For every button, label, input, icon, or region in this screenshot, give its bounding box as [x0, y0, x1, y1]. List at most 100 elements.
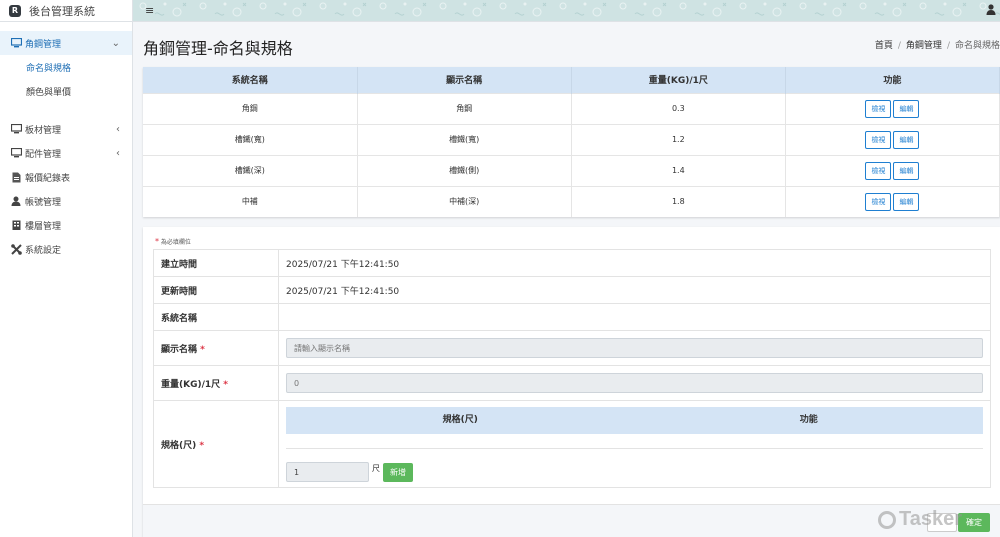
spec-label: 規格(尺) *	[153, 400, 279, 488]
required-note: * 為必填欄位	[155, 237, 191, 246]
cell-weight: 1.2	[571, 123, 786, 155]
display-name-input[interactable]: 請輸入顯示名稱	[286, 338, 983, 358]
form-row-created: 建立時間 2025/07/21 下午12:41:50	[153, 249, 991, 277]
col-actions: 功能	[785, 67, 1000, 93]
created-value: 2025/07/21 下午12:41:50	[278, 249, 991, 277]
cell-actions: 檢視 編輯	[785, 154, 1000, 186]
edit-button[interactable]: 編輯	[893, 99, 920, 118]
breadcrumb-current: 命名與規格	[954, 41, 1000, 51]
form-footer: 確定	[143, 504, 1000, 537]
table-row: 槽鐵(寬) 槽鐵(寬) 1.2 檢視 編輯	[143, 123, 1000, 155]
sidebar-item-label: 帳號管理	[25, 197, 62, 208]
spec-unit: 尺	[372, 463, 380, 473]
sidebar-item-account[interactable]: 帳號管理	[0, 189, 132, 213]
sidebar-item-settings[interactable]: 系統設定	[0, 237, 132, 261]
spec-col-actions: 功能	[799, 415, 818, 425]
system-name-value	[278, 303, 991, 331]
system-name-label: 系統名稱	[153, 303, 279, 331]
watermark-logo-icon	[877, 510, 896, 529]
sidebar-item-label: 配件管理	[25, 149, 62, 160]
sidebar-item-label: 角鋼管理	[25, 39, 62, 50]
col-display-name: 顯示名稱	[357, 67, 572, 93]
cell-system-name: 槽鐵(深)	[143, 154, 358, 186]
page-title: 角鋼管理-命名與規格	[143, 39, 293, 58]
view-button[interactable]: 檢視	[865, 99, 892, 118]
breadcrumb-angle-steel[interactable]: 角鋼管理	[906, 41, 942, 51]
spec-col-size: 規格(尺)	[442, 415, 478, 425]
sidebar-item-label: 報價紀錄表	[25, 173, 71, 184]
col-system-name: 系統名稱	[143, 67, 358, 93]
form-row-display-name: 顯示名稱 * 請輸入顯示名稱	[153, 330, 991, 366]
topbar: ≡	[133, 0, 1000, 22]
chevron-down-icon: ⌄	[111, 37, 120, 49]
cell-display-name: 槽鐵(寬)	[357, 123, 572, 155]
sidebar-item-accessory[interactable]: 配件管理 ‹	[0, 141, 132, 165]
chevron-left-icon: ‹	[116, 123, 120, 135]
cell-actions: 檢視 編輯	[785, 185, 1000, 217]
sidebar-item-label: 系統設定	[25, 245, 62, 256]
sidebar-sub-color-price[interactable]: 顏色與單價	[0, 79, 132, 103]
spec-list-table: 系統名稱 顯示名稱 重量(KG)/1尺 功能 角鋼 角鋼 0.3 檢視 編輯 槽鐵…	[143, 67, 1000, 217]
topbar-pattern	[133, 0, 1000, 21]
edit-button[interactable]: 編輯	[893, 161, 920, 180]
chevron-left-icon: ‹	[116, 147, 120, 159]
cell-actions: 檢視 編輯	[785, 92, 1000, 124]
sidebar-item-angle-steel[interactable]: 角鋼管理 ⌄	[0, 31, 132, 55]
document-icon	[10, 172, 22, 183]
cell-weight: 0.3	[571, 92, 786, 124]
tools-icon	[10, 243, 22, 255]
form-row-weight: 重量(KG)/1尺 * 0	[153, 365, 991, 401]
cell-display-name: 中補(深)	[357, 185, 572, 217]
updated-label: 更新時間	[153, 276, 279, 304]
monitor-icon	[10, 124, 22, 134]
brand[interactable]: R 後台管理系統	[0, 0, 132, 22]
watermark: Tasker	[877, 508, 962, 531]
sidebar-item-label: 樓層管理	[25, 221, 62, 232]
cell-system-name: 角鋼	[143, 92, 358, 124]
sidebar-item-board[interactable]: 板材管理 ‹	[0, 117, 132, 141]
sidebar-sub-naming-spec[interactable]: 命名與規格	[0, 55, 132, 79]
form-row-spec: 規格(尺) * 規格(尺) 功能 1 尺 新增	[153, 400, 991, 488]
cell-display-name: 角鋼	[357, 92, 572, 124]
spec-size-input[interactable]: 1	[286, 462, 369, 482]
cell-weight: 1.8	[571, 185, 786, 217]
table-row: 角鋼 角鋼 0.3 檢視 編輯	[143, 92, 1000, 124]
updated-value: 2025/07/21 下午12:41:50	[278, 276, 991, 304]
table-row: 中補 中補(深) 1.8 檢視 編輯	[143, 185, 1000, 217]
created-label: 建立時間	[153, 249, 279, 277]
form-row-updated: 更新時間 2025/07/21 下午12:41:50	[153, 276, 991, 304]
edit-form-table: 建立時間 2025/07/21 下午12:41:50 更新時間 2025/07/…	[153, 249, 991, 488]
cell-weight: 1.4	[571, 154, 786, 186]
sidebar-item-label: 板材管理	[25, 125, 62, 136]
weight-label: 重量(KG)/1尺 *	[153, 365, 279, 401]
monitor-icon	[10, 38, 22, 48]
user-icon	[10, 196, 22, 206]
sidebar-nav: 角鋼管理 ⌄ 命名與規格 顏色與單價 板材管理 ‹ 配件管理 ‹ 報價紀錄表 帳…	[0, 22, 132, 261]
building-icon	[10, 220, 22, 230]
spec-table-header: 規格(尺) 功能	[286, 407, 983, 434]
view-button[interactable]: 檢視	[865, 161, 892, 180]
cell-system-name: 中補	[143, 185, 358, 217]
add-spec-button[interactable]: 新增	[383, 462, 413, 482]
sidebar-item-floor[interactable]: 樓層管理	[0, 213, 132, 237]
table-header-row: 系統名稱 顯示名稱 重量(KG)/1尺 功能	[143, 67, 1000, 93]
monitor-icon	[10, 148, 22, 158]
weight-input[interactable]: 0	[286, 373, 983, 393]
view-button[interactable]: 檢視	[865, 192, 892, 211]
user-icon[interactable]	[986, 4, 996, 18]
sidebar: R 後台管理系統 角鋼管理 ⌄ 命名與規格 顏色與單價 板材管理 ‹ 配件管理 …	[0, 0, 133, 537]
menu-toggle-icon[interactable]: ≡	[145, 4, 154, 17]
cell-actions: 檢視 編輯	[785, 123, 1000, 155]
edit-button[interactable]: 編輯	[893, 192, 920, 211]
breadcrumb: 首頁 / 角鋼管理 / 命名與規格	[874, 41, 1000, 51]
breadcrumb-home[interactable]: 首頁	[875, 41, 893, 51]
cell-display-name: 槽鐵(側)	[357, 154, 572, 186]
edit-button[interactable]: 編輯	[893, 130, 920, 149]
brand-title: 後台管理系統	[29, 4, 95, 18]
sidebar-item-quote-record[interactable]: 報價紀錄表	[0, 165, 132, 189]
brand-logo-icon: R	[9, 4, 21, 17]
edit-form-card: * 為必填欄位 建立時間 2025/07/21 下午12:41:50 更新時間 …	[143, 227, 1000, 537]
form-row-system-name: 系統名稱	[153, 303, 991, 331]
save-button[interactable]: 確定	[958, 513, 990, 532]
view-button[interactable]: 檢視	[865, 130, 892, 149]
